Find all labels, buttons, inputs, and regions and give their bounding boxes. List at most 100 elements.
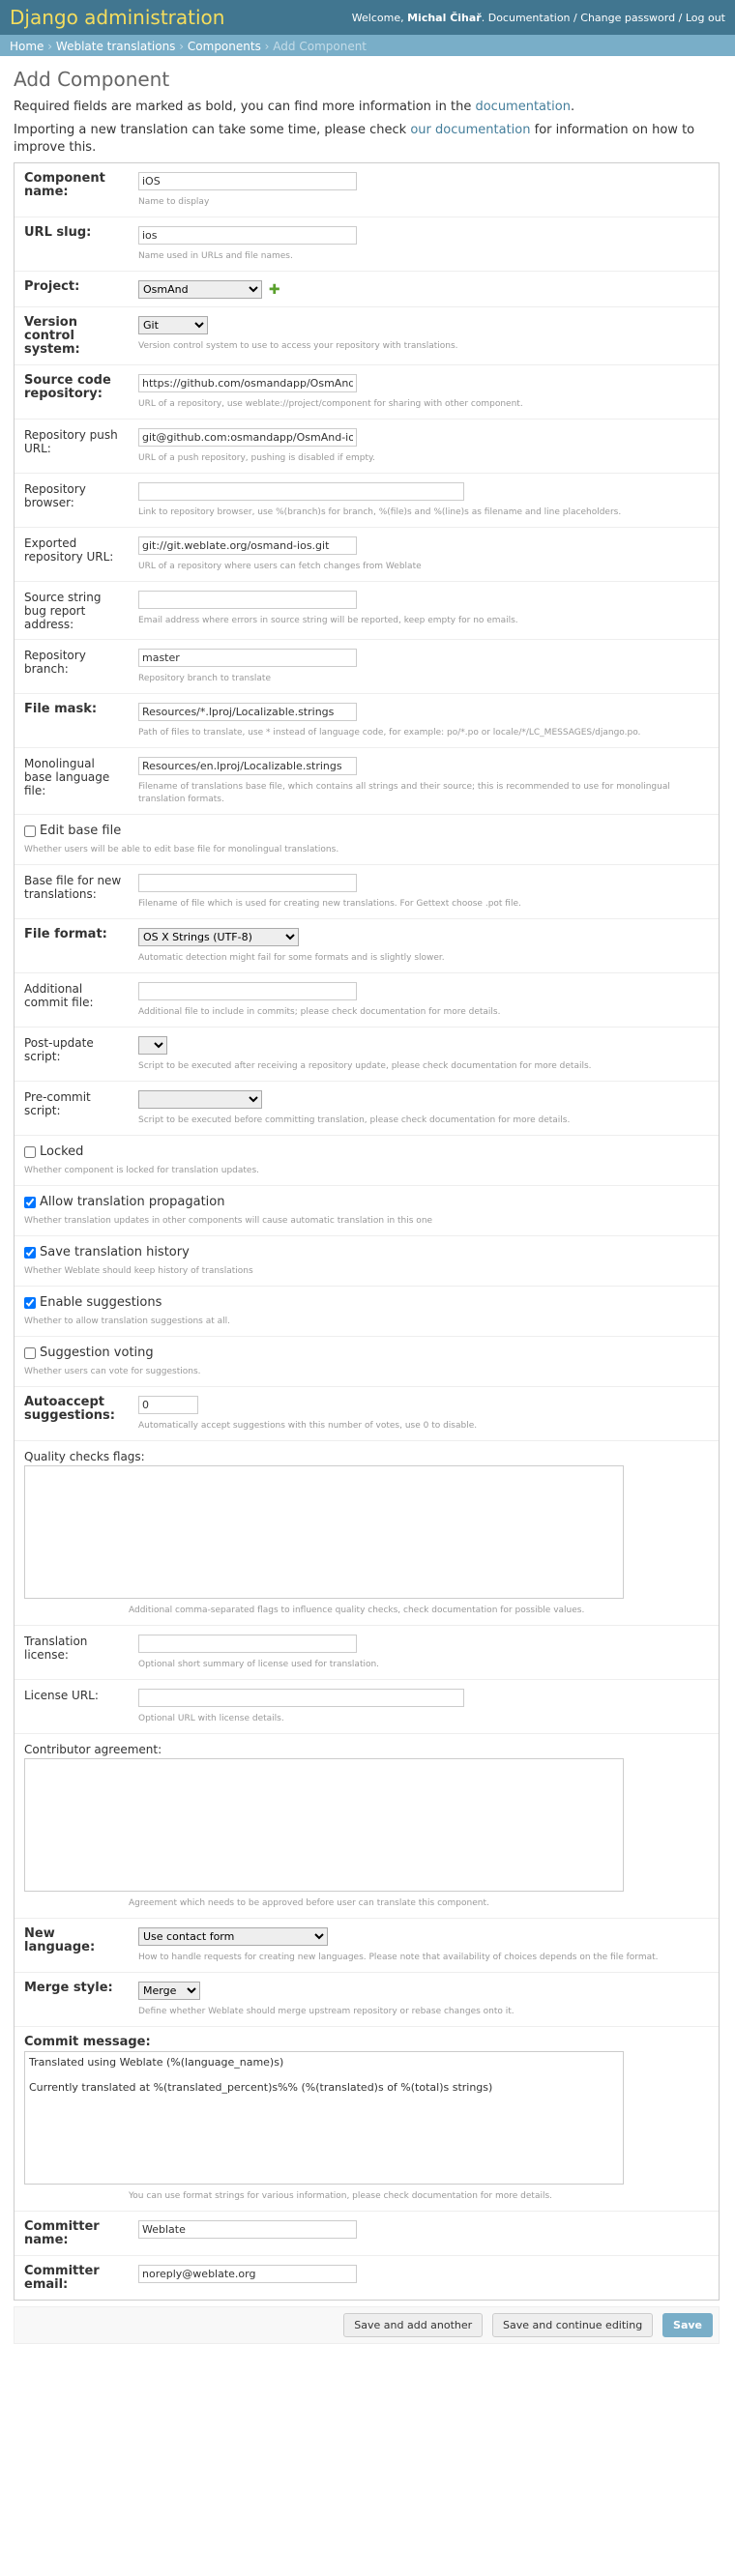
breadcrumb-home[interactable]: Home — [10, 40, 44, 53]
new-lang-select[interactable]: Use contact form — [138, 1927, 328, 1946]
row-edit-template: Edit base file Whether users will be abl… — [15, 815, 719, 865]
file-format-label: File format: — [24, 927, 107, 941]
row-template: Monolingual base language file: Filename… — [15, 748, 719, 815]
vcs-help: Version control system to use to access … — [138, 341, 458, 351]
row-committer-name: Committer name: — [15, 2212, 719, 2256]
propagation-label[interactable]: Allow translation propagation — [40, 1195, 224, 1209]
voting-checkbox[interactable] — [24, 1346, 36, 1359]
extra-commit-input[interactable] — [138, 982, 357, 1000]
pre-commit-select[interactable] — [138, 1090, 262, 1109]
breadcrumb: Home › Weblate translations › Components… — [0, 35, 735, 56]
new-base-help: Filename of file which is used for creat… — [138, 899, 521, 909]
branch-input[interactable] — [138, 649, 357, 667]
save-button[interactable]: Save — [662, 2313, 713, 2337]
row-merge-style: Merge style: Merge Define whether Weblat… — [15, 1973, 719, 2027]
history-label[interactable]: Save translation history — [40, 1245, 190, 1259]
locked-help: Whether component is locked for translat… — [24, 1166, 260, 1175]
edit-template-label[interactable]: Edit base file — [40, 824, 121, 838]
browser-input[interactable] — [138, 482, 464, 501]
commit-message-help: You can use format strings for various i… — [129, 2191, 553, 2201]
new-base-label: Base file for new translations: — [24, 874, 122, 901]
license-url-input[interactable] — [138, 1689, 464, 1707]
edit-template-checkbox[interactable] — [24, 825, 36, 837]
row-history: Save translation history Whether Weblate… — [15, 1236, 719, 1287]
agreement-textarea[interactable] — [24, 1758, 624, 1892]
row-new-lang: New language: Use contact form How to ha… — [15, 1919, 719, 1973]
check-flags-textarea[interactable] — [24, 1465, 624, 1599]
repo-help: URL of a repository, use weblate://proje… — [138, 399, 523, 409]
save-add-another-button[interactable]: Save and add another — [343, 2313, 484, 2337]
new-base-input[interactable] — [138, 874, 357, 892]
check-flags-label: Quality checks flags: — [24, 1450, 145, 1463]
row-suggestions: Enable suggestions Whether to allow tran… — [15, 1287, 719, 1337]
committer-email-input[interactable] — [138, 2265, 357, 2283]
export-input[interactable] — [138, 536, 357, 555]
row-license-url: License URL: Optional URL with license d… — [15, 1680, 719, 1734]
intro-import: Importing a new translation can take som… — [14, 123, 695, 155]
row-autoaccept: Autoaccept suggestions: Automatically ac… — [15, 1387, 719, 1441]
push-input[interactable] — [138, 428, 357, 447]
logout-link[interactable]: Log out — [686, 12, 725, 24]
post-update-help: Script to be executed after receiving a … — [138, 1061, 592, 1071]
extra-commit-help: Additional file to include in commits; p… — [138, 1007, 501, 1017]
name-label: Component name: — [24, 171, 105, 199]
template-input[interactable] — [138, 757, 357, 775]
autoaccept-label: Autoaccept suggestions: — [24, 1395, 115, 1423]
slug-help: Name used in URLs and file names. — [138, 251, 293, 261]
locked-label[interactable]: Locked — [40, 1144, 83, 1159]
push-help: URL of a push repository, pushing is dis… — [138, 453, 375, 463]
commit-message-textarea[interactable]: Translated using Weblate (%(language_nam… — [24, 2051, 624, 2185]
report-input[interactable] — [138, 591, 357, 609]
add-icon[interactable]: ✚ — [269, 282, 280, 298]
change-password-link[interactable]: Change password — [580, 12, 675, 24]
suggestions-label[interactable]: Enable suggestions — [40, 1295, 162, 1310]
merge-style-select[interactable]: Merge — [138, 1982, 200, 2000]
row-locked: Locked Whether component is locked for t… — [15, 1136, 719, 1186]
vcs-select[interactable]: Git — [138, 316, 208, 334]
intro-our-documentation-link[interactable]: our documentation — [410, 123, 530, 137]
branch-help: Repository branch to translate — [138, 674, 271, 683]
committer-email-label: Committer email: — [24, 2264, 100, 2292]
voting-label[interactable]: Suggestion voting — [40, 1346, 154, 1360]
history-checkbox[interactable] — [24, 1246, 36, 1259]
slug-input[interactable] — [138, 226, 357, 245]
commit-message-label: Commit message: — [24, 2035, 151, 2049]
committer-name-input[interactable] — [138, 2220, 357, 2239]
breadcrumb-app[interactable]: Weblate translations — [56, 40, 176, 53]
row-agreement: Contributor agreement: Agreement which n… — [15, 1734, 719, 1919]
breadcrumb-model[interactable]: Components — [188, 40, 261, 53]
autoaccept-input[interactable] — [138, 1396, 198, 1414]
template-help: Filename of translations base file, whic… — [138, 782, 670, 804]
filemask-label: File mask: — [24, 702, 98, 716]
user-tools: Welcome, Michal Čihař. Documentation / C… — [351, 11, 725, 24]
file-format-select[interactable]: OS X Strings (UTF-8) — [138, 928, 299, 946]
report-label: Source string bug report address: — [24, 591, 102, 631]
export-label: Exported repository URL: — [24, 536, 114, 564]
propagation-help: Whether translation updates in other com… — [24, 1216, 433, 1226]
slug-label: URL slug: — [24, 225, 92, 240]
row-export: Exported repository URL: URL of a reposi… — [15, 528, 719, 582]
documentation-link[interactable]: Documentation — [488, 12, 571, 24]
report-help: Email address where errors in source str… — [138, 616, 518, 625]
row-report: Source string bug report address: Email … — [15, 582, 719, 640]
license-input[interactable] — [138, 1635, 357, 1653]
browser-help: Link to repository browser, use %(branch… — [138, 507, 622, 517]
site-name[interactable]: Django administration — [10, 6, 224, 29]
autoaccept-help: Automatically accept suggestions with th… — [138, 1421, 478, 1431]
component-form: Component name: Name to display URL slug… — [14, 162, 720, 2301]
save-continue-button[interactable]: Save and continue editing — [492, 2313, 654, 2337]
filemask-input[interactable] — [138, 703, 357, 721]
repo-input[interactable] — [138, 374, 357, 392]
suggestions-checkbox[interactable] — [24, 1296, 36, 1309]
project-select[interactable]: OsmAnd — [138, 280, 262, 299]
propagation-checkbox[interactable] — [24, 1196, 36, 1208]
post-update-select[interactable] — [138, 1036, 167, 1055]
license-help: Optional short summary of license used f… — [138, 1660, 380, 1669]
row-check-flags: Quality checks flags: Additional comma-s… — [15, 1441, 719, 1626]
intro-documentation-link[interactable]: documentation — [475, 100, 570, 114]
merge-style-help: Define whether Weblate should merge upst… — [138, 2007, 514, 2016]
row-project: Project: OsmAnd ✚ — [15, 272, 719, 307]
locked-checkbox[interactable] — [24, 1145, 36, 1158]
content: Add Component Required fields are marked… — [0, 56, 735, 2363]
name-input[interactable] — [138, 172, 357, 190]
